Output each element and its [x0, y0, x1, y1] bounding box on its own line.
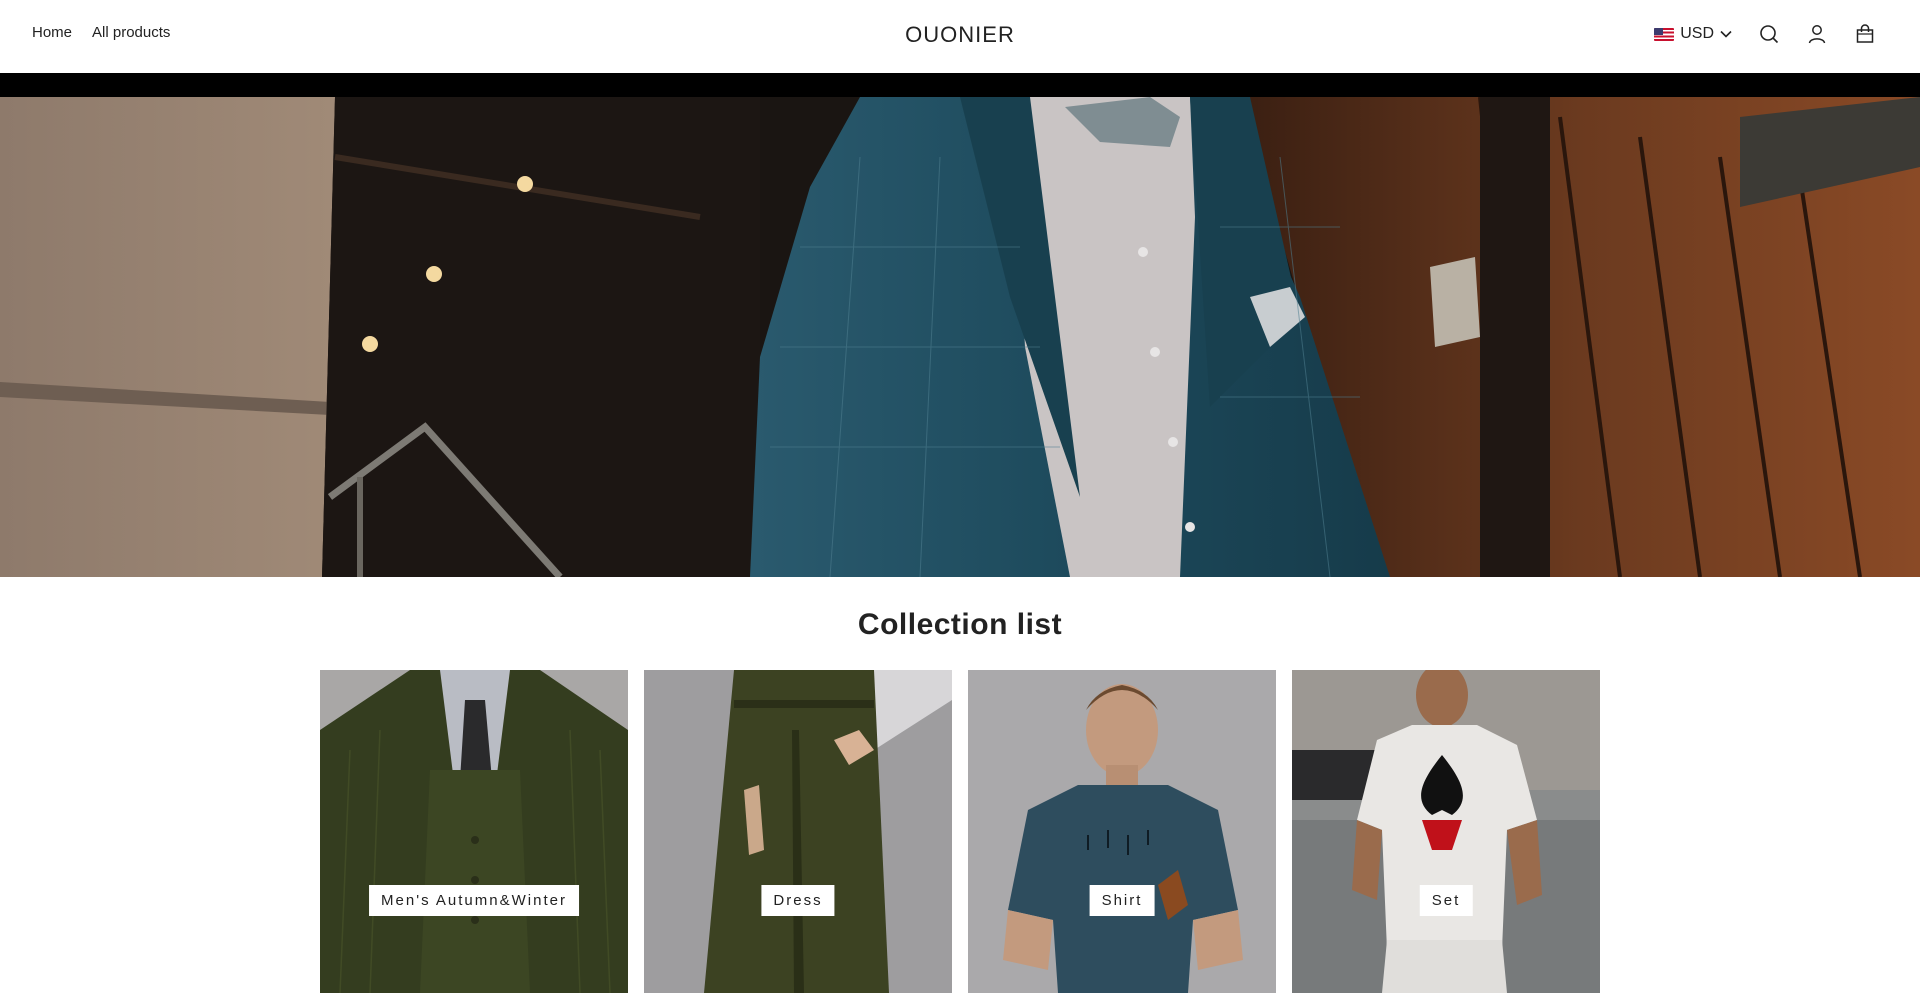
- collection-label: Dress: [761, 885, 835, 916]
- collection-list: Men's Autumn&Winter Dress Shirt Set: [320, 670, 1600, 993]
- hero-top-bar: [0, 73, 1920, 97]
- currency-code: USD: [1680, 25, 1714, 42]
- search-icon: [1760, 25, 1779, 44]
- cart-button[interactable]: [1854, 23, 1876, 45]
- account-button[interactable]: [1806, 23, 1828, 45]
- nav-home-link[interactable]: Home: [32, 24, 72, 41]
- currency-selector[interactable]: USD: [1654, 25, 1732, 43]
- collection-card-mens-autumn-winter[interactable]: Men's Autumn&Winter: [320, 670, 628, 993]
- main-nav: Home All products: [32, 24, 170, 41]
- hero-banner[interactable]: [0, 97, 1920, 577]
- collection-card-shirt[interactable]: Shirt: [968, 670, 1276, 993]
- search-button[interactable]: [1758, 23, 1780, 45]
- collection-card-dress[interactable]: Dress: [644, 670, 952, 993]
- collection-image-dress: [644, 670, 952, 993]
- collection-label: Set: [1419, 885, 1473, 916]
- brand-logo-wrapper: OUONIER: [0, 22, 1920, 48]
- cart-icon: [1856, 24, 1874, 43]
- us-flag-icon: [1654, 27, 1675, 41]
- hero-image: [0, 97, 1920, 577]
- collection-image-set: [1292, 670, 1600, 993]
- header-tools: USD: [1654, 23, 1876, 45]
- brand-logo[interactable]: OUONIER: [905, 22, 1015, 47]
- collection-card-set[interactable]: Set: [1292, 670, 1600, 993]
- site-header: Home All products OUONIER USD: [0, 0, 1920, 73]
- account-icon: [1808, 25, 1826, 44]
- collection-label: Men's Autumn&Winter: [369, 885, 579, 916]
- collection-image-shirt: [968, 670, 1276, 993]
- collection-title: Collection list: [857, 608, 1063, 641]
- collection-label: Shirt: [1089, 885, 1155, 916]
- chevron-down-icon: [1720, 30, 1732, 38]
- collection-image-mens-autumn-winter: [320, 670, 628, 993]
- nav-all-products-link[interactable]: All products: [92, 24, 170, 41]
